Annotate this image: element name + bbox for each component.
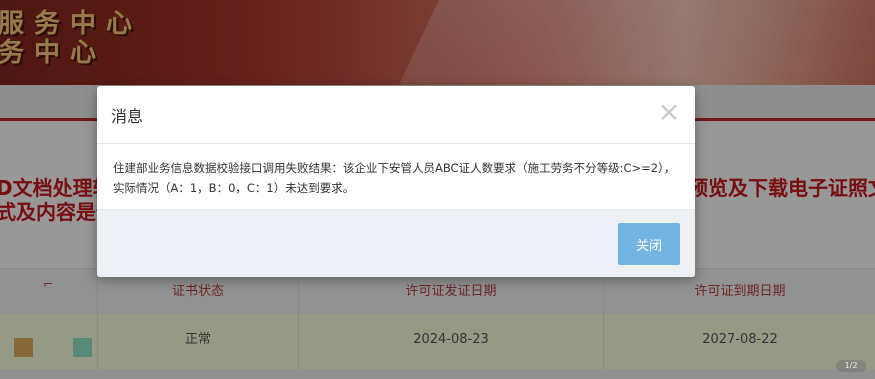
dialog-message: 住建部业务信息数据校验接口调用失败结果：该企业下安管人员ABC证人数要求（施工劳… [113,161,676,195]
message-dialog: 消息 × 住建部业务信息数据校验接口调用失败结果：该企业下安管人员ABC证人数要… [97,86,695,277]
dialog-title: 消息 [111,107,144,126]
dialog-header: 消息 × [97,86,695,144]
close-button[interactable]: 关闭 [618,223,680,265]
dialog-footer: 关闭 [97,209,695,277]
close-icon[interactable]: × [657,98,681,126]
page-indicator-badge: 1/2 [836,360,866,372]
